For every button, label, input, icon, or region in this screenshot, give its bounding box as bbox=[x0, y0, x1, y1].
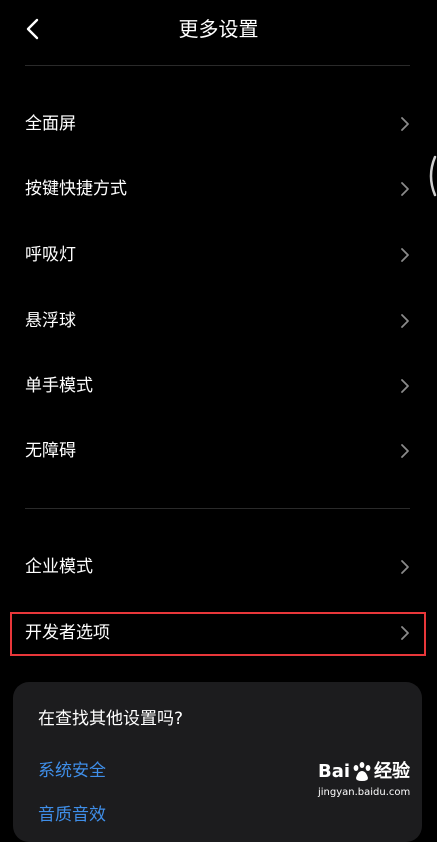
settings-item-label: 全面屏 bbox=[25, 114, 76, 134]
page-title: 更多设置 bbox=[178, 17, 259, 41]
settings-item-label: 呼吸灯 bbox=[25, 245, 76, 265]
chevron-right-icon bbox=[399, 378, 411, 394]
header-bar: 更多设置 bbox=[0, 0, 437, 60]
watermark-brand: Bai 经验 bbox=[318, 760, 410, 784]
settings-item-notification-light[interactable]: 呼吸灯 bbox=[0, 225, 437, 285]
suggestion-link-sound-effects[interactable]: 音质音效 bbox=[38, 804, 106, 826]
watermark-brand-left: Bai bbox=[318, 761, 351, 782]
divider bbox=[25, 65, 410, 66]
watermark-url: jingyan.baidu.com bbox=[318, 787, 411, 798]
chevron-right-icon bbox=[399, 247, 411, 263]
highlight-box bbox=[10, 612, 426, 656]
settings-item-accessibility[interactable]: 无障碍 bbox=[0, 421, 437, 481]
chevron-right-icon bbox=[399, 116, 411, 132]
chevron-right-icon bbox=[399, 313, 411, 329]
settings-item-label: 悬浮球 bbox=[25, 311, 76, 331]
divider bbox=[25, 508, 410, 509]
chevron-right-icon bbox=[399, 559, 411, 575]
settings-item-label: 无障碍 bbox=[25, 441, 76, 461]
chevron-right-icon bbox=[399, 443, 411, 459]
baidu-jingyan-watermark: Bai 经验 jingyan.baidu.com bbox=[318, 760, 428, 810]
suggestion-title: 在查找其他设置吗? bbox=[38, 709, 184, 729]
side-gesture-handle[interactable] bbox=[425, 155, 437, 197]
settings-item-button-shortcuts[interactable]: 按键快捷方式 bbox=[0, 159, 437, 219]
suggestion-link-system-security[interactable]: 系统安全 bbox=[38, 760, 106, 782]
settings-item-label: 单手模式 bbox=[25, 376, 93, 396]
settings-item-enterprise-mode[interactable]: 企业模式 bbox=[0, 537, 437, 597]
settings-item-floating-ball[interactable]: 悬浮球 bbox=[0, 291, 437, 351]
settings-item-label: 企业模式 bbox=[25, 557, 93, 577]
settings-item-label: 按键快捷方式 bbox=[25, 179, 127, 199]
settings-item-one-handed-mode[interactable]: 单手模式 bbox=[0, 356, 437, 416]
baidu-paw-icon bbox=[353, 762, 371, 781]
watermark-brand-right: 经验 bbox=[374, 761, 411, 782]
settings-item-full-screen[interactable]: 全面屏 bbox=[0, 94, 437, 154]
chevron-right-icon bbox=[399, 181, 411, 197]
